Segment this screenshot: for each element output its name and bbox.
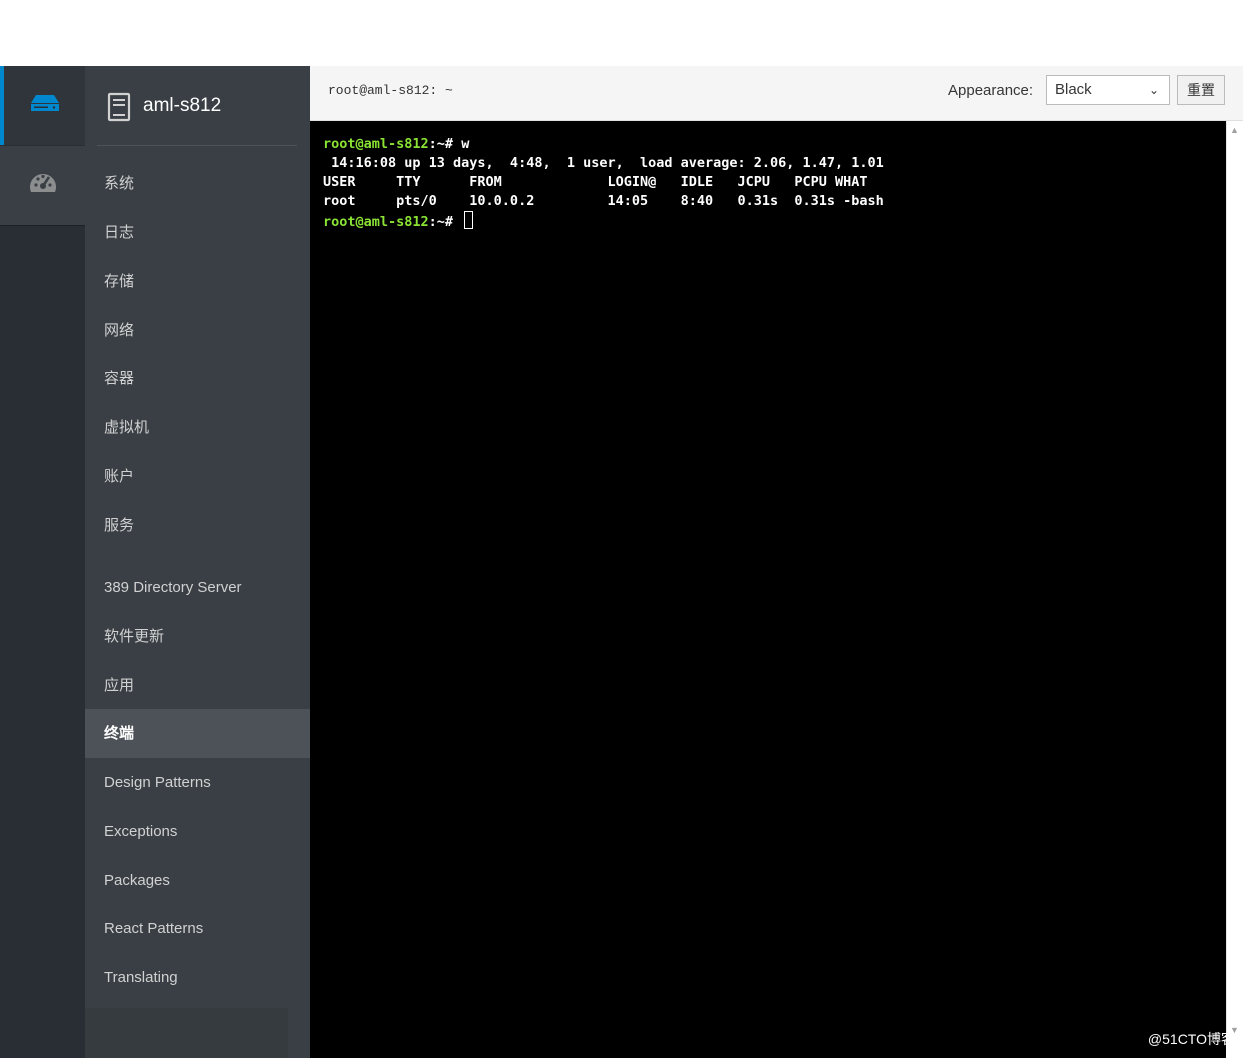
prompt-suffix: :~# <box>428 136 462 152</box>
host-header[interactable]: aml-s812 <box>85 66 310 146</box>
chevron-down-icon: ⌄ <box>1148 83 1159 97</box>
nav-item-containers[interactable]: 容器 <box>85 354 310 403</box>
nav-bottom-shade <box>85 1008 288 1058</box>
nav-item-translating[interactable]: Translating <box>85 953 310 1002</box>
appearance-value: Black <box>1055 81 1092 98</box>
nav-item-software-updates[interactable]: 软件更新 <box>85 612 310 661</box>
nav-item-packages[interactable]: Packages <box>85 856 310 905</box>
nav-item-design-patterns[interactable]: Design Patterns <box>85 758 310 807</box>
terminal-title: root@aml-s812: ~ <box>328 83 453 98</box>
terminal-scrollbar[interactable]: ▲ ▼ <box>1226 121 1243 1037</box>
nav-item-applications[interactable]: 应用 <box>85 661 310 710</box>
nav-item-system[interactable]: 系统 <box>85 159 310 208</box>
terminal-output: root@aml-s812:~# w 14:16:08 up 13 days, … <box>323 135 884 232</box>
scroll-up-icon[interactable]: ▲ <box>1230 125 1239 135</box>
appearance-label: Appearance: <box>948 82 1034 99</box>
terminal-prompt: root@aml-s812 <box>323 214 429 230</box>
terminal-line: USER TTY FROM LOGIN@ IDLE JCPU PCPU WHAT <box>323 174 868 190</box>
terminal-command: w <box>461 136 470 152</box>
appearance-select[interactable]: Black ⌄ <box>1046 75 1170 105</box>
icon-rail <box>0 66 85 1058</box>
nav-item-networking[interactable]: 网络 <box>85 306 310 355</box>
terminal-header: root@aml-s812: ~ Appearance: Black ⌄ 重置 <box>310 66 1243 121</box>
nav-item-services[interactable]: 服务 <box>85 501 310 550</box>
nav-item-react-patterns[interactable]: React Patterns <box>85 904 310 953</box>
server-document-icon <box>107 92 131 127</box>
nav-sidebar: aml-s812 系统 日志 存储 网络 容器 虚拟机 账户 服务 389 Di… <box>85 66 310 1058</box>
rail-host-button[interactable] <box>0 66 85 145</box>
prompt-suffix: :~# <box>428 214 462 230</box>
nav-item-exceptions[interactable]: Exceptions <box>85 807 310 856</box>
nav-item-terminal[interactable]: 终端 <box>85 709 310 758</box>
server-icon <box>30 93 60 118</box>
top-blank-area <box>0 0 1243 66</box>
divider <box>97 145 297 146</box>
terminal-line: root pts/0 10.0.0.2 14:05 8:40 0.31s 0.3… <box>323 193 884 209</box>
terminal-line: 14:16:08 up 13 days, 4:48, 1 user, load … <box>323 155 884 171</box>
reset-button[interactable]: 重置 <box>1177 75 1225 105</box>
dashboard-icon <box>28 170 58 201</box>
rail-dashboard-button[interactable] <box>0 146 85 226</box>
nav-item-virtual-machines[interactable]: 虚拟机 <box>85 403 310 452</box>
nav-item-389-directory-server[interactable]: 389 Directory Server <box>85 563 310 612</box>
nav-item-accounts[interactable]: 账户 <box>85 452 310 501</box>
watermark: @51CTO博客 <box>1147 1031 1235 1047</box>
nav-item-storage[interactable]: 存储 <box>85 257 310 306</box>
nav-item-logs[interactable]: 日志 <box>85 208 310 257</box>
terminal-prompt: root@aml-s812 <box>323 136 429 152</box>
terminal-screen[interactable]: root@aml-s812:~# w 14:16:08 up 13 days, … <box>310 121 1226 1058</box>
terminal-line: root@aml-s812:~# <box>323 211 884 232</box>
terminal-line: root@aml-s812:~# w <box>323 135 884 154</box>
host-name: aml-s812 <box>143 95 222 116</box>
terminal-cursor <box>464 211 474 229</box>
